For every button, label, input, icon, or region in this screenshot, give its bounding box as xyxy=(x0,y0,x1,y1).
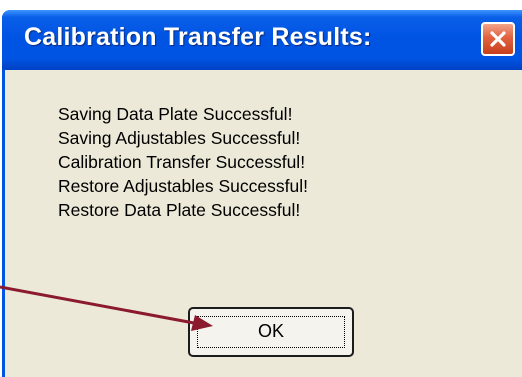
dialog-titlebar[interactable]: Calibration Transfer Results: xyxy=(2,10,522,70)
message-restore-data-plate: Restore Data Plate Successful! xyxy=(58,200,301,220)
screenshot-stage: Calibration Transfer Results: Saving Dat… xyxy=(0,0,522,377)
ok-button-label: OK xyxy=(257,321,284,341)
message-saving-data-plate: Saving Data Plate Successful! xyxy=(58,104,293,124)
result-messages: Saving Data Plate Successful! Saving Adj… xyxy=(58,102,308,222)
close-button[interactable] xyxy=(481,22,515,56)
results-dialog: Calibration Transfer Results: Saving Dat… xyxy=(2,10,522,377)
message-saving-adjustables: Saving Adjustables Successful! xyxy=(58,128,301,148)
ok-button[interactable]: OK xyxy=(188,307,354,357)
message-calibration-transfer: Calibration Transfer Successful! xyxy=(58,152,306,172)
close-icon xyxy=(490,31,506,47)
message-restore-adjustables: Restore Adjustables Successful! xyxy=(58,176,308,196)
dialog-title: Calibration Transfer Results: xyxy=(24,23,372,51)
